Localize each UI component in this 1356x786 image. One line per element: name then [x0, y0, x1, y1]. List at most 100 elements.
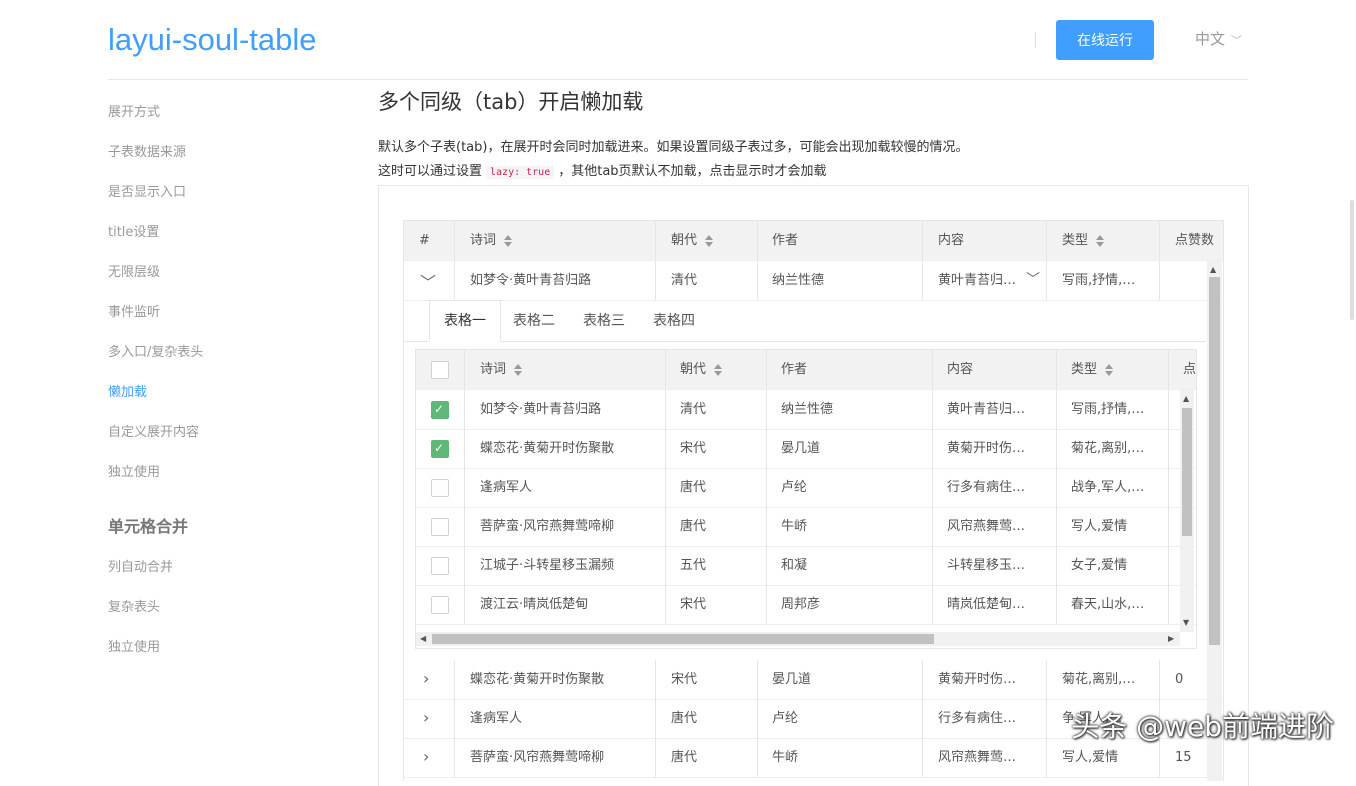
expand-chevron-icon[interactable]: ›	[423, 747, 429, 766]
scroll-down-arrow-icon[interactable]: ▼	[1183, 619, 1189, 627]
cell-content: 风帘燕舞莺…	[938, 750, 1017, 765]
tab-table-4[interactable]: 表格四	[653, 301, 695, 341]
inner-header-poem[interactable]: 诗词	[480, 350, 660, 389]
sidebar-item-lazy-load[interactable]: 懒加载	[108, 383, 147, 403]
row-checkbox[interactable]	[431, 596, 449, 614]
header-dynasty[interactable]: 朝代	[671, 221, 751, 260]
sidebar-item-title-settings[interactable]: title设置	[108, 223, 159, 243]
inner-header-type[interactable]: 类型	[1071, 350, 1161, 389]
expand-chevron-icon[interactable]: ›	[423, 669, 429, 688]
cell-author: 纳兰性德	[772, 273, 825, 288]
sort-icon[interactable]	[504, 234, 513, 247]
sort-icon[interactable]	[1096, 234, 1105, 247]
table-row[interactable]: 蝶恋花·黄菊开时伤聚散 宋代 晏几道 黄菊开时伤… 菊花,离别,…	[416, 429, 1196, 469]
sidebar-item-show-entry[interactable]: 是否显示入口	[108, 183, 186, 203]
scroll-up-arrow-icon[interactable]: ▲	[1210, 266, 1216, 274]
cell-dynasty: 宋代	[671, 672, 698, 687]
cell-type: 菊花,离别,…	[1062, 672, 1136, 687]
cell-dynasty: 宋代	[680, 597, 707, 612]
collapse-chevron-icon[interactable]: ﹀	[420, 269, 436, 293]
cell-dynasty: 唐代	[680, 519, 707, 534]
scroll-left-arrow-icon[interactable]: ◀	[420, 635, 426, 643]
cell-poem: 如梦令·黄叶青苔归路	[470, 273, 592, 288]
table-row[interactable]: › 蝶恋花·黄菊开时伤聚散 宋代 晏几道 黄菊开时伤… 菊花,离别,… 0	[404, 660, 1223, 700]
sidebar-item-multi-entry[interactable]: 多入口/复杂表头	[108, 343, 203, 363]
language-select[interactable]: 中文 ﹀	[1195, 28, 1242, 52]
cell-content: 行多有病住…	[947, 480, 1026, 495]
tab-table-2[interactable]: 表格二	[513, 301, 555, 341]
table-row[interactable]: 如梦令·黄叶青苔归路 清代 纳兰性德 黄叶青苔归… 写雨,抒情,…	[416, 390, 1196, 430]
sidebar-item-complex-header[interactable]: 复杂表头	[108, 598, 160, 618]
outer-table: # 诗词 朝代 作者 内容 类型 点赞数 ﹀ 如梦令·黄叶青苔归路 清代 纳兰性…	[403, 220, 1224, 781]
cell-author: 纳兰性德	[781, 402, 834, 417]
cell-dynasty: 清代	[671, 273, 698, 288]
cell-type: 写雨,抒情,…	[1071, 402, 1145, 417]
page-title: 多个同级（tab）开启懒加载	[378, 90, 644, 114]
sidebar-item-infinite-levels[interactable]: 无限层级	[108, 263, 160, 283]
watermark: 头条 @web前端进阶	[1071, 710, 1334, 743]
header-content: 内容	[938, 233, 965, 248]
cell-dynasty: 唐代	[671, 750, 698, 765]
table-row[interactable]: 江城子·斗转星移玉漏频 五代 和凝 斗转星移玉… 女子,爱情	[416, 546, 1196, 586]
table-row[interactable]: 菩萨蛮·风帘燕舞莺啼柳 唐代 牛峤 风帘燕舞莺… 写人,爱情	[416, 507, 1196, 547]
cell-content: 黄叶青苔归…	[938, 273, 1017, 288]
cell-content: 风帘燕舞莺…	[947, 519, 1026, 534]
row-checkbox[interactable]	[431, 557, 449, 575]
cell-author: 周邦彦	[781, 597, 821, 612]
sidebar-item-standalone-2[interactable]: 独立使用	[108, 638, 160, 658]
row-checkbox[interactable]	[431, 440, 449, 458]
scroll-right-arrow-icon[interactable]: ▶	[1168, 635, 1174, 643]
table-row[interactable]: 渡江云·晴岚低楚甸 宋代 周邦彦 晴岚低楚甸… 春天,山水,…	[416, 585, 1196, 625]
inner-vertical-scroll-thumb[interactable]	[1182, 408, 1192, 536]
sidebar-item-child-data-source[interactable]: 子表数据来源	[108, 143, 186, 163]
inner-table: 诗词 朝代 作者 内容 类型 点 如梦令·黄叶青苔归路 清代 纳兰性德 黄叶青苔…	[415, 349, 1197, 649]
cell-dynasty: 五代	[680, 558, 707, 573]
sort-icon[interactable]	[514, 363, 523, 376]
page-scrollbar[interactable]	[1350, 200, 1354, 320]
scroll-up-arrow-icon[interactable]: ▲	[1183, 395, 1189, 403]
select-all-checkbox[interactable]	[431, 361, 449, 379]
expand-chevron-icon[interactable]: ›	[423, 708, 429, 727]
sidebar-item-auto-merge[interactable]: 列自动合并	[108, 558, 173, 578]
content-expand-icon[interactable]: ﹀	[1026, 269, 1040, 289]
cell-type: 春天,山水,…	[1071, 597, 1145, 612]
description-line-1: 默认多个子表(tab)，在展开时会同时加载进来。如果设置同级子表过多，可能会出现…	[378, 140, 969, 155]
desc-prefix: 这时可以通过设置	[378, 164, 483, 179]
sort-icon[interactable]	[714, 363, 723, 376]
inner-horizontal-scroll-thumb[interactable]	[432, 634, 934, 644]
cell-content: 斗转星移玉…	[947, 558, 1026, 573]
run-online-button[interactable]: 在线运行	[1056, 20, 1154, 60]
outer-vertical-scroll-thumb[interactable]	[1209, 277, 1220, 645]
table-row-expanded[interactable]: ﹀ 如梦令·黄叶青苔归路 清代 纳兰性德 黄叶青苔归… ﹀ 写雨,抒情,…	[404, 261, 1223, 301]
table-row[interactable]: 逢病军人 唐代 卢纶 行多有病住… 战争,军人,…	[416, 468, 1196, 508]
header-likes: 点赞数	[1175, 233, 1215, 248]
cell-dynasty: 清代	[680, 402, 707, 417]
sort-icon[interactable]	[1105, 363, 1114, 376]
cell-content: 黄菊开时伤…	[938, 672, 1017, 687]
header-index: #	[419, 233, 430, 248]
row-checkbox[interactable]	[431, 401, 449, 419]
tab-table-3[interactable]: 表格三	[583, 301, 625, 341]
cell-poem: 蝶恋花·黄菊开时伤聚散	[470, 672, 605, 687]
cell-poem: 逢病军人	[470, 711, 523, 726]
sidebar-item-event-listener[interactable]: 事件监听	[108, 303, 160, 323]
sidebar-item-expand-mode[interactable]: 展开方式	[108, 103, 160, 123]
tab-table-1[interactable]: 表格一	[429, 300, 501, 342]
header-poem[interactable]: 诗词	[470, 221, 650, 260]
header-author: 作者	[772, 233, 799, 248]
row-checkbox[interactable]	[431, 518, 449, 536]
sort-icon[interactable]	[705, 234, 714, 247]
outer-header-row: # 诗词 朝代 作者 内容 类型 点赞数	[404, 221, 1223, 261]
row-checkbox[interactable]	[431, 479, 449, 497]
description-line-2: 这时可以通过设置 lazy: true ，其他tab页默认不加载，点击显示时才会加载	[378, 162, 827, 183]
cell-type: 女子,爱情	[1071, 558, 1128, 573]
site-logo[interactable]: layui-soul-table	[108, 20, 317, 60]
inner-header-author: 作者	[781, 362, 808, 377]
header-divider-line	[108, 79, 1248, 80]
sidebar-item-standalone[interactable]: 独立使用	[108, 463, 160, 483]
header-type[interactable]: 类型	[1062, 221, 1152, 260]
sidebar-item-custom-expand[interactable]: 自定义展开内容	[108, 423, 199, 443]
inner-header-dynasty[interactable]: 朝代	[680, 350, 760, 389]
chevron-down-icon: ﹀	[1231, 34, 1243, 47]
sidebar-group-title: 单元格合并	[108, 517, 189, 536]
